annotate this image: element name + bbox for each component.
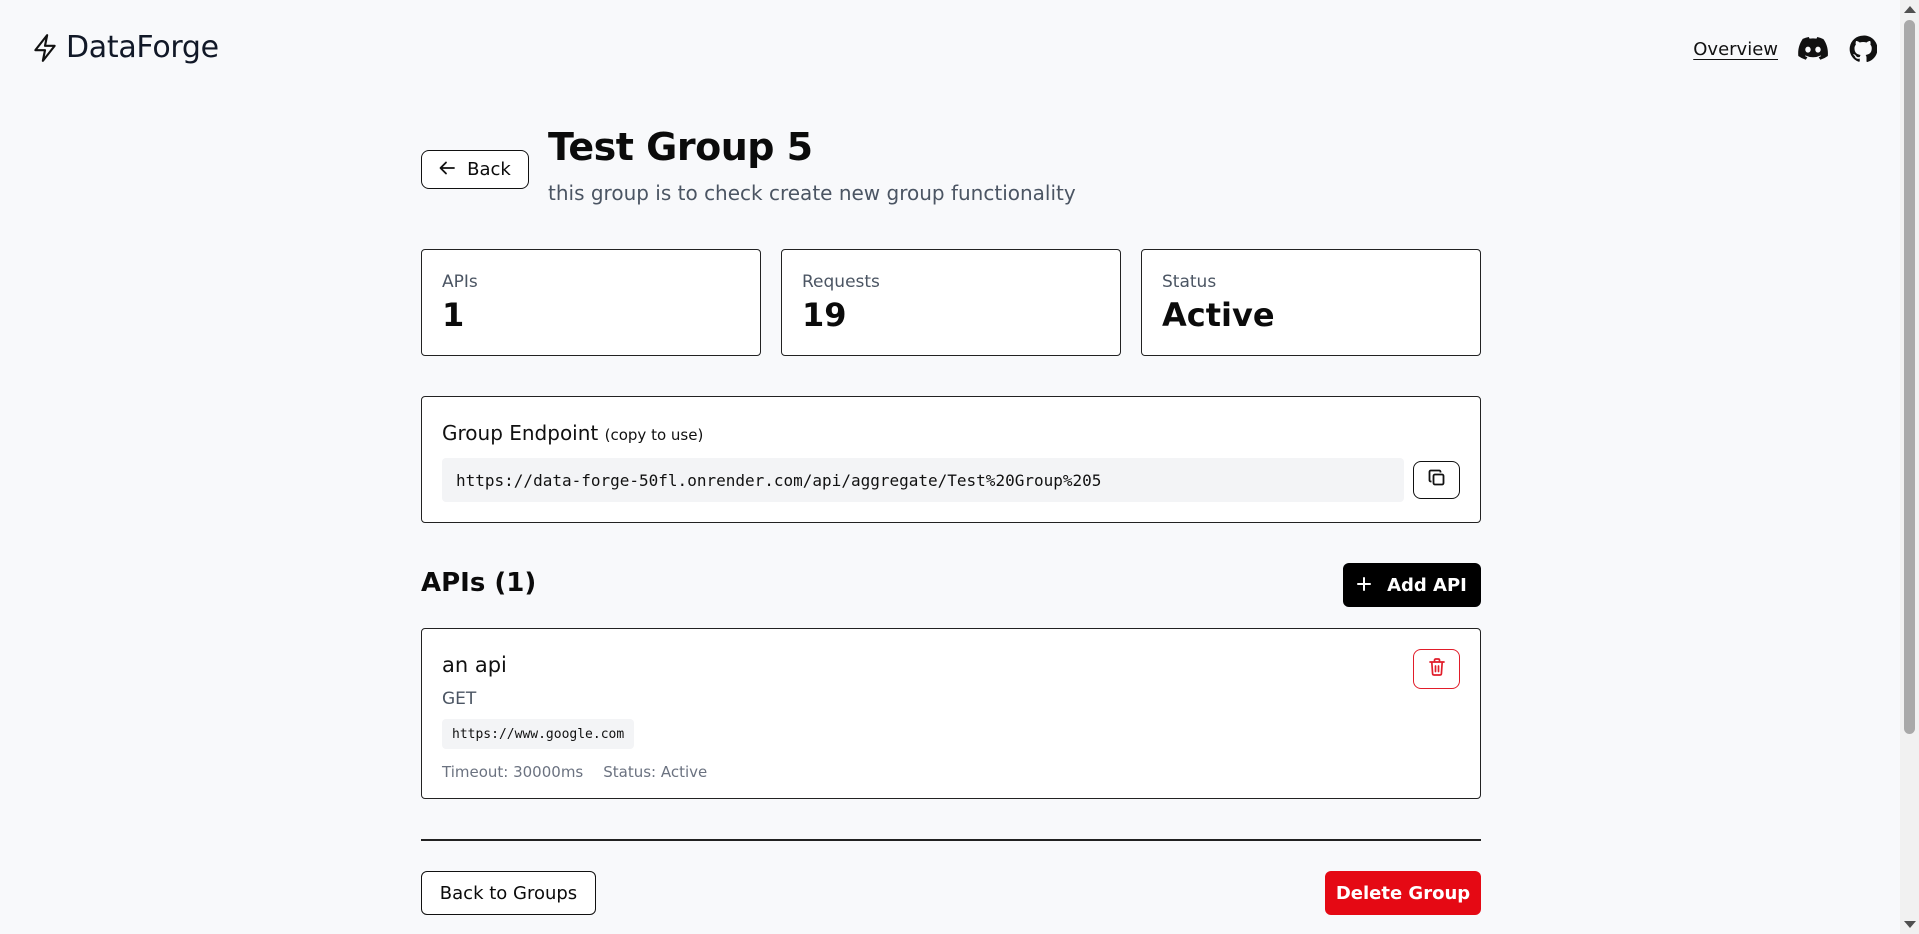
bolt-icon: [32, 33, 58, 63]
api-card: an api GET https://www.google.com Timeou…: [421, 628, 1481, 799]
nav-overview-link[interactable]: Overview: [1693, 39, 1778, 60]
trash-icon: [1428, 658, 1445, 680]
stat-card-status: Status Active: [1141, 249, 1481, 356]
stat-value: Active: [1162, 296, 1275, 334]
copy-button[interactable]: [1413, 461, 1460, 499]
back-to-groups-button[interactable]: Back to Groups: [421, 871, 596, 915]
api-method: GET: [442, 689, 477, 709]
stats-row: APIs 1 Requests 19 Status Active: [421, 249, 1481, 356]
arrow-left-icon: [439, 159, 456, 180]
github-icon[interactable]: [1848, 34, 1878, 64]
app-name: DataForge: [66, 30, 219, 65]
app-logo[interactable]: DataForge: [32, 30, 219, 65]
stat-label: Status: [1162, 272, 1217, 292]
stat-label: APIs: [442, 272, 478, 292]
add-api-button[interactable]: Add API: [1343, 563, 1481, 607]
vertical-scrollbar[interactable]: [1900, 0, 1919, 934]
copy-icon: [1428, 469, 1446, 491]
apis-heading: APIs (1): [421, 568, 537, 598]
discord-icon[interactable]: [1798, 34, 1828, 64]
endpoint-title-text: Group Endpoint: [442, 421, 599, 445]
scroll-down-icon[interactable]: [1904, 921, 1916, 928]
plus-icon: [1357, 575, 1372, 596]
section-divider: [421, 839, 1481, 841]
api-meta: Timeout: 30000ms Status: Active: [442, 763, 707, 781]
endpoint-title: Group Endpoint (copy to use): [442, 421, 703, 445]
api-name: an api: [442, 653, 507, 677]
group-endpoint-card: Group Endpoint (copy to use) https://dat…: [421, 396, 1481, 523]
stat-card-requests: Requests 19: [781, 249, 1121, 356]
scroll-up-icon[interactable]: [1904, 6, 1916, 13]
stat-value: 19: [802, 296, 847, 334]
scroll-thumb[interactable]: [1904, 20, 1915, 734]
stat-label: Requests: [802, 272, 880, 292]
nav-links: Overview: [1693, 34, 1900, 64]
api-status: Status: Active: [603, 763, 708, 781]
back-button[interactable]: Back: [421, 150, 529, 189]
api-url: https://www.google.com: [442, 719, 635, 749]
stat-card-apis: APIs 1: [421, 249, 761, 356]
page-subtitle: this group is to check create new group …: [548, 181, 1076, 205]
endpoint-hint: (copy to use): [604, 426, 704, 444]
page-title: Test Group 5: [548, 125, 813, 169]
delete-api-button[interactable]: [1413, 649, 1460, 689]
stat-value: 1: [442, 296, 465, 334]
add-api-label: Add API: [1387, 574, 1467, 596]
back-label: Back: [467, 159, 511, 180]
endpoint-url-field[interactable]: https://data-forge-50fl.onrender.com/api…: [442, 458, 1404, 502]
delete-group-button[interactable]: Delete Group: [1325, 871, 1481, 915]
top-header: DataForge Overview: [0, 0, 1900, 100]
api-timeout: Timeout: 30000ms: [442, 763, 584, 781]
